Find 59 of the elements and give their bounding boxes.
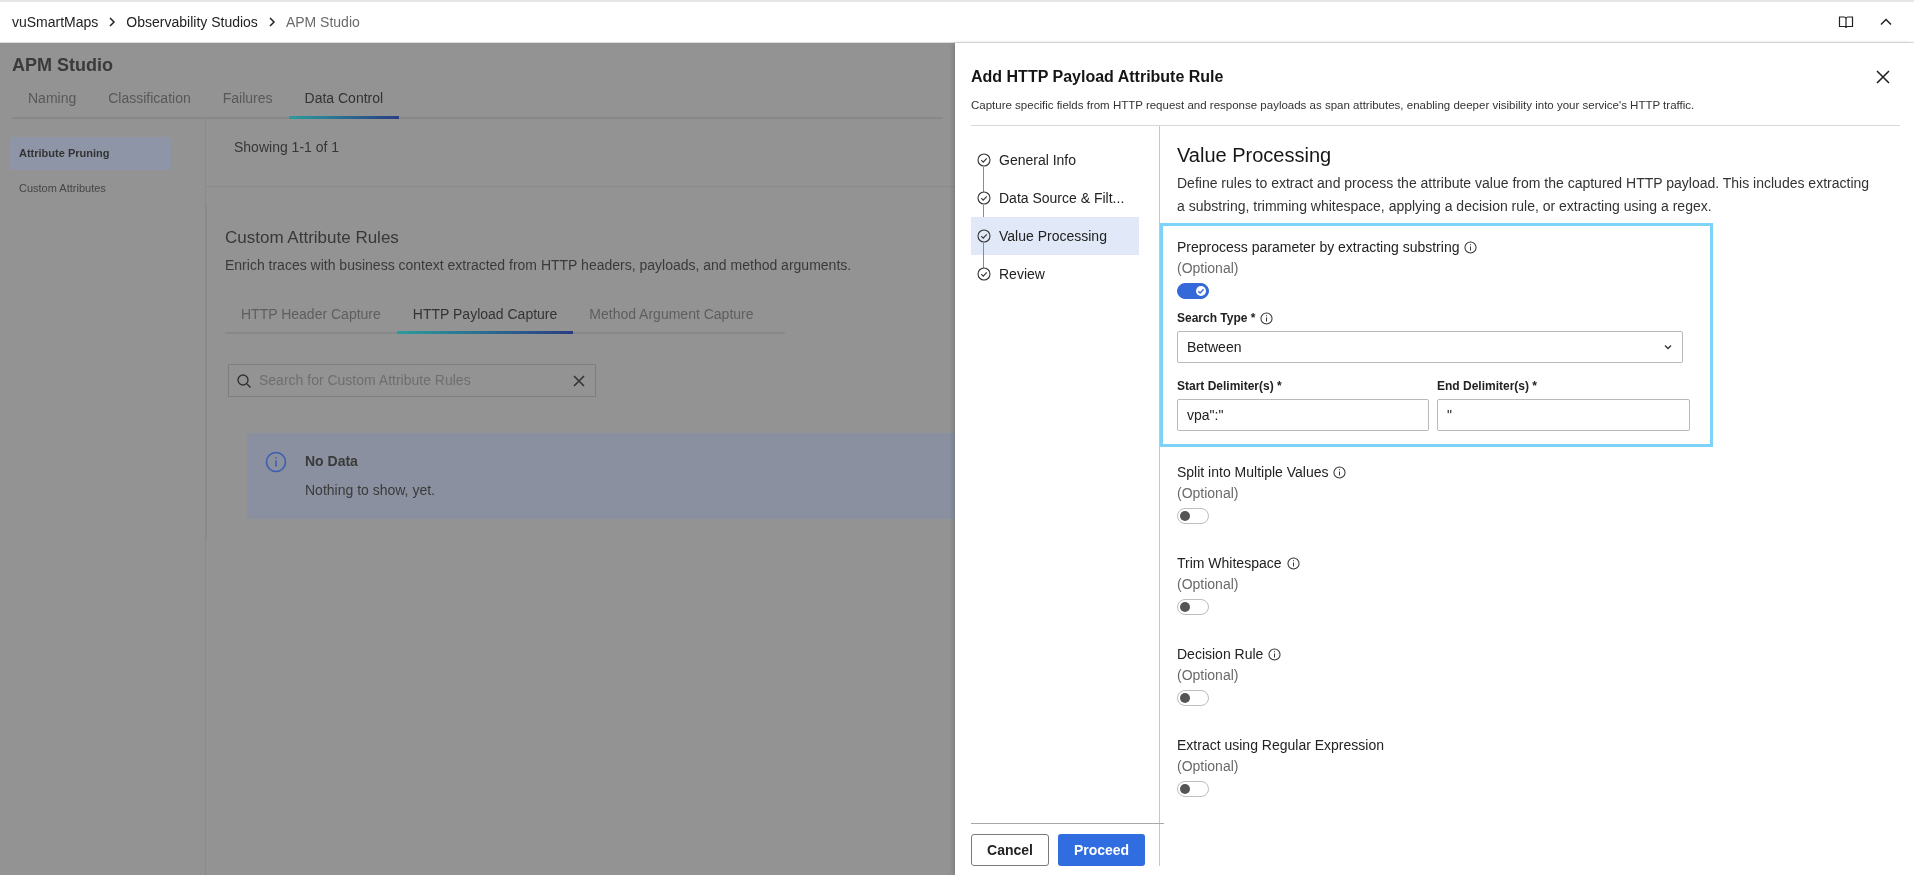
check-circle-icon <box>977 267 991 281</box>
check-circle-icon <box>977 229 991 243</box>
optional-hint: (Optional) <box>1177 259 1240 278</box>
dropdown-field[interactable]: Between <box>1177 331 1683 363</box>
optional-hint: (Optional) <box>1177 484 1240 503</box>
toggle-switch[interactable] <box>1177 508 1209 524</box>
info-icon[interactable] <box>1333 465 1347 479</box>
breadcrumb-link[interactable]: Observability Studios <box>126 11 258 33</box>
input-field[interactable]: " <box>1437 399 1690 431</box>
check-circle-icon <box>977 153 991 167</box>
toggle-switch[interactable] <box>1177 690 1209 706</box>
check-circle-icon <box>977 191 991 205</box>
search-icon <box>236 372 252 389</box>
toggle-switch[interactable] <box>1177 781 1209 797</box>
book-icon[interactable] <box>1838 14 1854 30</box>
step-item[interactable]: Review <box>971 255 1139 293</box>
results-summary: Showing 1-1 of 1 <box>234 139 340 155</box>
info-icon[interactable] <box>1260 311 1274 325</box>
toggle-switch[interactable] <box>1177 283 1209 299</box>
step-item[interactable]: General Info <box>971 141 1139 179</box>
option-label: Trim Whitespace <box>1177 553 1282 573</box>
breadcrumb-link[interactable]: vuSmartMaps <box>12 11 99 33</box>
info-icon[interactable] <box>1268 647 1282 661</box>
check-icon <box>1197 287 1205 295</box>
field-label: End Delimiter(s) * <box>1437 378 1539 395</box>
optional-hint: (Optional) <box>1177 575 1240 594</box>
field-label: Start Delimiter(s) * <box>1177 378 1283 395</box>
step-item[interactable]: Data Source & Filt... <box>971 179 1139 217</box>
optional-hint: (Optional) <box>1177 757 1240 776</box>
clear-icon[interactable] <box>572 373 586 388</box>
optional-hint: (Optional) <box>1177 666 1240 685</box>
section-description: Enrich traces with business context extracted from HTTP headers, payloads, and method arguments. <box>225 255 853 275</box>
tab[interactable]: Data Control <box>288 88 400 119</box>
option-label: Split into Multiple Values <box>1177 462 1329 482</box>
input-field[interactable]: vpa":" <box>1177 399 1429 431</box>
proceed-button[interactable]: Proceed <box>1058 834 1145 866</box>
drawer-subtitle: Capture specific fields from HTTP request and response payloads as span attributes, enabling deeper visibility into your service's HTTP traffic. <box>971 98 1695 113</box>
step-connector <box>983 243 984 268</box>
caret-icon <box>1663 342 1673 352</box>
info-icon[interactable] <box>1286 556 1300 570</box>
alert-title: No Data <box>305 451 359 471</box>
sidebar-item[interactable]: Attribute Pruning <box>10 137 171 170</box>
option-label: Decision Rule <box>1177 644 1264 664</box>
section-heading: Value Processing <box>1177 143 1333 168</box>
toggle-switch[interactable] <box>1177 599 1209 615</box>
section-title: Custom Attribute Rules <box>225 227 400 249</box>
cancel-button[interactable]: Cancel <box>971 834 1049 866</box>
info-icon <box>265 450 287 473</box>
option-label: Preprocess parameter by extracting substring <box>1177 237 1460 257</box>
section-description: Define rules to extract and process the attribute value from the captured HTTP payload. This includes extracting a substring, trimming whitespace, applying a decision rule, or extracting using a regex. <box>1177 174 1871 216</box>
tab[interactable]: HTTP Payload Capture <box>396 303 574 334</box>
info-icon[interactable] <box>1464 240 1478 254</box>
drawer-title: Add HTTP Payload Attribute Rule <box>971 67 1225 87</box>
page-title: APM Studio <box>11 54 114 77</box>
step-item[interactable]: Value Processing <box>971 217 1139 255</box>
alert-message: Nothing to show, yet. <box>305 480 435 500</box>
field-label: Search Type * <box>1177 310 1256 327</box>
step-connector <box>983 167 984 192</box>
option-label: Extract using Regular Expression <box>1177 735 1384 755</box>
